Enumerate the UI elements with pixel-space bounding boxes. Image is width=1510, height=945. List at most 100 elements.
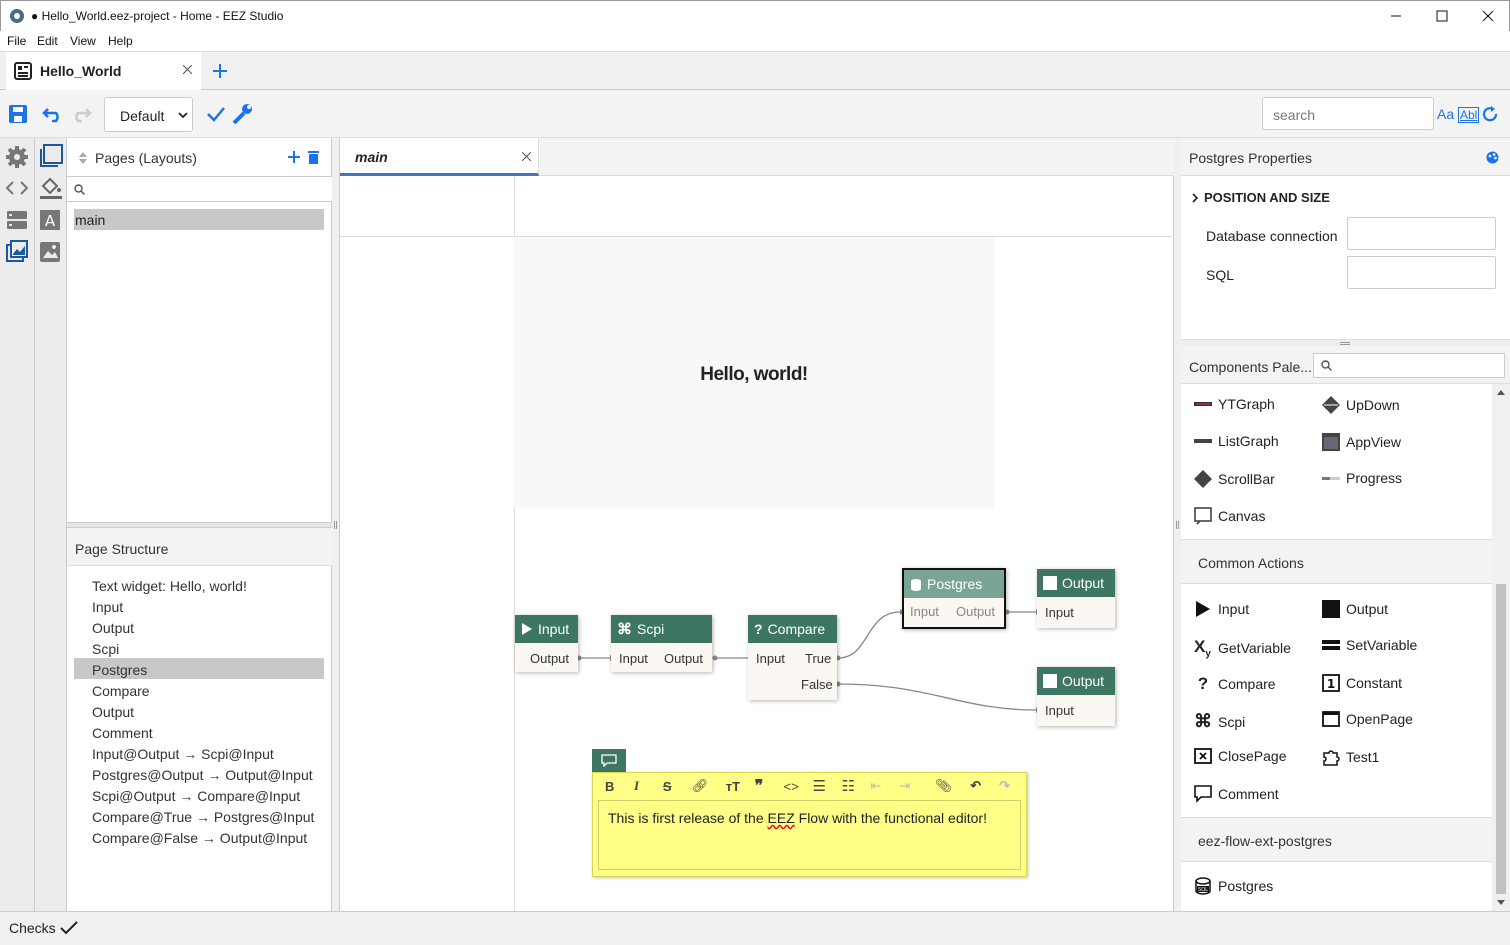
images-icon[interactable] (6, 240, 28, 262)
palette-action-compare[interactable]: ? Compare (1194, 674, 1276, 694)
list-icon[interactable] (6, 210, 28, 230)
search-input[interactable]: search (1262, 97, 1434, 130)
menu-help[interactable]: Help (108, 34, 133, 48)
fonts-icon[interactable]: A (40, 210, 60, 230)
structure-item[interactable]: Output (92, 620, 134, 636)
palette-colors-icon[interactable] (1486, 151, 1499, 164)
code-icon[interactable]: <> (784, 779, 813, 794)
port-output[interactable]: Output (956, 604, 995, 619)
redo-icon[interactable] (70, 105, 92, 123)
scrollbar-thumb[interactable] (1496, 584, 1506, 894)
port-input[interactable]: Input (1045, 605, 1074, 620)
bold-icon[interactable]: B (605, 779, 634, 794)
bullet-list-icon[interactable]: ☰ (813, 777, 842, 795)
match-case-button[interactable]: Aa (1437, 106, 1454, 122)
comment-node-tab[interactable] (592, 749, 626, 772)
port-input[interactable]: Input (910, 604, 939, 619)
tab-hello-world[interactable]: Hello_World (6, 52, 201, 90)
numbered-list-icon[interactable]: ☷ (841, 777, 870, 795)
flow-node-output-2[interactable]: Output Input (1037, 667, 1115, 726)
palette-scrollbar[interactable]: ScrollBar (1194, 470, 1275, 488)
structure-item[interactable]: Comment (92, 725, 153, 741)
flow-node-output-1[interactable]: Output Input (1037, 569, 1115, 628)
link-icon[interactable]: 🔗︎ (692, 778, 726, 794)
pages-icon[interactable] (39, 144, 63, 168)
menu-file[interactable]: File (7, 34, 26, 48)
palette-progress[interactable]: Progress (1322, 470, 1402, 486)
comment-node[interactable]: B I S 🔗︎ ᴛT ❞ <> ☰ ☷ ⇤ ⇥ 📎︎ ↶ ↷ This is … (592, 772, 1027, 877)
structure-item[interactable]: Output (92, 704, 134, 720)
pages-search-input[interactable] (67, 176, 332, 202)
structure-item[interactable]: Scpi (92, 641, 119, 657)
palette-updown[interactable]: UpDown (1322, 396, 1400, 414)
structure-item[interactable]: Compare (92, 683, 150, 699)
structure-item-postgres[interactable]: Postgres (92, 662, 147, 678)
palette-action-comment[interactable]: Comment (1194, 785, 1279, 803)
palette-listgraph[interactable]: ListGraph (1194, 433, 1279, 449)
palette-action-closepage[interactable]: ClosePage (1194, 748, 1287, 764)
scroll-up-icon[interactable] (1497, 390, 1505, 395)
chevron-right-icon[interactable] (1192, 193, 1199, 203)
flow-node-input[interactable]: Input Output (515, 615, 578, 672)
delete-page-icon[interactable] (308, 150, 319, 164)
outdent-icon[interactable]: ⇤ (870, 778, 899, 794)
indent-icon[interactable]: ⇥ (899, 778, 935, 794)
comment-text[interactable]: This is first release of the EEZ Flow wi… (598, 800, 1021, 870)
vertical-splitter[interactable] (1174, 138, 1181, 911)
port-output[interactable]: Output (530, 651, 569, 666)
vertical-splitter[interactable] (332, 138, 339, 911)
palette-action-getvariable[interactable]: Xy GetVariable (1194, 637, 1291, 659)
italic-icon[interactable]: I (634, 778, 663, 794)
palette-scrollbar[interactable] (1492, 384, 1510, 911)
palette-action-setvariable[interactable]: SetVariable (1322, 637, 1417, 653)
structure-item[interactable]: Compare@True → Postgres@Input (92, 809, 314, 825)
palette-action-constant[interactable]: 1 Constant (1322, 674, 1402, 692)
close-tab-icon[interactable] (183, 65, 192, 74)
structure-item[interactable]: Compare@False → Output@Input (92, 830, 307, 846)
minimize-button[interactable] (1373, 1, 1419, 31)
save-icon[interactable] (8, 104, 28, 124)
undo-icon[interactable]: ↶ (970, 778, 999, 794)
panel-splitter[interactable] (1181, 339, 1510, 346)
port-input[interactable]: Input (756, 651, 785, 666)
configuration-select[interactable]: Default (104, 97, 193, 132)
scroll-down-icon[interactable] (1497, 900, 1505, 905)
port-true[interactable]: True (805, 651, 831, 666)
palette-action-input[interactable]: Input (1194, 600, 1249, 618)
attachment-icon[interactable]: 📎︎ (935, 778, 970, 794)
add-page-icon[interactable] (288, 151, 300, 163)
settings-gear-icon[interactable] (6, 146, 28, 168)
flow-node-postgres[interactable]: Postgres Input Output (902, 568, 1006, 629)
port-output[interactable]: Output (664, 651, 703, 666)
build-wrench-icon[interactable] (230, 103, 254, 125)
palette-action-scpi[interactable]: ⌘ Scpi (1194, 711, 1245, 732)
flow-node-scpi[interactable]: ⌘ Scpi Input Output (611, 615, 712, 672)
redo-icon[interactable]: ↷ (999, 778, 1028, 794)
structure-item[interactable]: Postgres@Output → Output@Input (92, 767, 313, 783)
maximize-button[interactable] (1419, 1, 1465, 31)
palette-action-test1[interactable]: Test1 (1322, 748, 1379, 766)
code-icon[interactable] (6, 180, 28, 196)
palette-search-input[interactable] (1313, 353, 1505, 378)
port-false[interactable]: False (801, 677, 833, 692)
structure-item[interactable]: Scpi@Output → Compare@Input (92, 788, 300, 804)
position-size-section[interactable]: POSITION AND SIZE (1204, 190, 1330, 205)
undo-icon[interactable] (42, 105, 64, 123)
checks-button[interactable]: Checks (9, 920, 56, 936)
menu-view[interactable]: View (70, 34, 96, 48)
add-tab-icon[interactable] (212, 63, 228, 79)
port-input[interactable]: Input (619, 651, 648, 666)
palette-action-openpage[interactable]: OpenPage (1322, 711, 1413, 727)
structure-item[interactable]: Input (92, 599, 123, 615)
flow-node-compare[interactable]: ? Compare Input True False (748, 615, 837, 700)
palette-canvas[interactable]: Canvas (1194, 507, 1265, 525)
quote-icon[interactable]: ❞ (755, 776, 784, 796)
heading-icon[interactable]: ᴛT (726, 779, 755, 794)
close-window-button[interactable] (1465, 1, 1510, 31)
check-icon[interactable] (206, 106, 226, 122)
db-connection-input[interactable] (1347, 217, 1496, 250)
palette-action-output[interactable]: Output (1322, 600, 1388, 618)
palette-action-postgres[interactable]: SQL Postgres (1194, 877, 1273, 895)
page-item-main[interactable]: main (74, 209, 324, 230)
palette-ytgraph[interactable]: YTGraph (1194, 396, 1275, 412)
